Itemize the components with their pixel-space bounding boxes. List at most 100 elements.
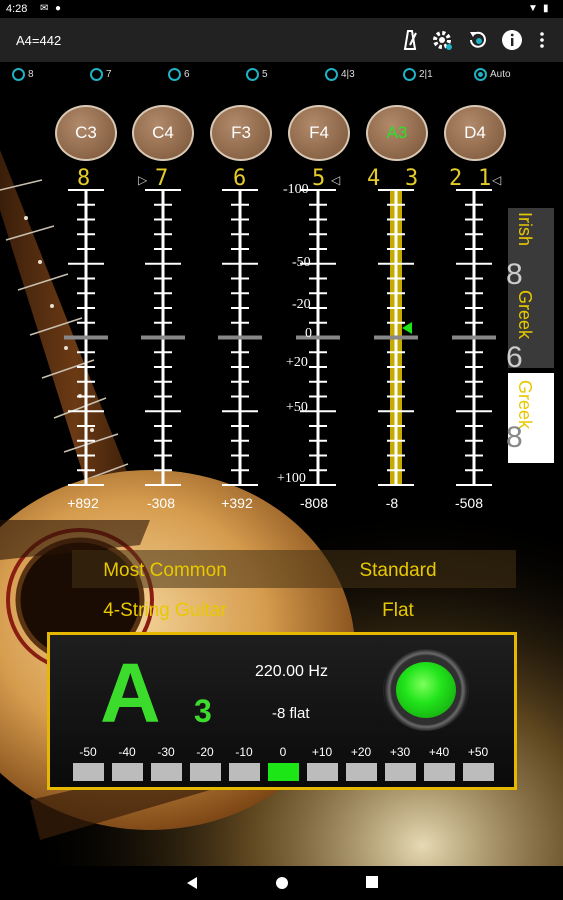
scale-tick-label: -40	[118, 745, 136, 759]
radio-button[interactable]	[12, 68, 25, 81]
recents-icon[interactable]	[366, 876, 378, 888]
meter-scale	[218, 189, 262, 486]
tuning-number: 8	[506, 258, 523, 291]
radio-string-4-3[interactable]: 4|3	[325, 68, 355, 81]
deviation-label: -8	[385, 495, 399, 511]
radio-button[interactable]	[168, 68, 181, 81]
scale-tick-label: +10	[311, 745, 333, 759]
cents-tick-label: -50	[292, 255, 311, 270]
scale-segment	[463, 763, 494, 781]
navigation-bar	[0, 866, 563, 900]
radio-auto[interactable]: Auto	[474, 68, 511, 81]
radio-button-selected[interactable]	[474, 68, 487, 81]
scale-segment	[151, 763, 182, 781]
scale-segment	[307, 763, 338, 781]
meter-scale	[452, 189, 496, 486]
tuning-number: 8	[506, 421, 523, 454]
notification-icon: ●	[55, 3, 62, 14]
radio-string-5[interactable]: 5	[246, 68, 268, 81]
cents-tick-label: 0	[305, 326, 312, 341]
in-tune-indicator-lamp	[383, 649, 469, 731]
status-bar: 4:28 ✉ ● ▼ ▮	[0, 0, 563, 18]
meter-scale	[374, 189, 418, 486]
scale-tick-label: -50	[79, 745, 97, 759]
radio-label: Auto	[490, 69, 511, 80]
radio-label: 2|1	[419, 69, 433, 80]
status-time: 4:28	[6, 3, 28, 15]
meter-scale	[296, 189, 340, 486]
radio-label: 8	[28, 69, 34, 80]
tuning-option-greek[interactable]: Greek	[514, 290, 535, 339]
radio-string-2-1[interactable]: 2|1	[403, 68, 433, 81]
scale-segment	[112, 763, 143, 781]
metronome-icon[interactable]	[398, 28, 422, 52]
undo-icon[interactable]	[466, 28, 490, 52]
scale-tick-label: -20	[196, 745, 214, 759]
scale-tick-label: +30	[389, 745, 411, 759]
scale-segment	[229, 763, 260, 781]
detected-frequency: 220.00 Hz	[255, 663, 328, 680]
wifi-icon: ▼	[528, 3, 538, 14]
scale-segment	[346, 763, 377, 781]
lamp-light	[396, 662, 456, 718]
radio-string-7[interactable]: 7	[90, 68, 112, 81]
meter-scale	[64, 189, 108, 486]
tuner-app: 4:28 ✉ ● ▼ ▮ A4=442 8 7 6 5 4|3 2|1 Auto…	[0, 0, 563, 900]
app-bar: A4=442	[0, 18, 563, 62]
tuning-number: 6	[506, 341, 523, 374]
scale-segment	[190, 763, 221, 781]
scale-segment	[385, 763, 416, 781]
deviation-label: -508	[454, 495, 484, 511]
settings-icon[interactable]	[430, 28, 454, 52]
tuning-name[interactable]: Standard	[308, 560, 488, 582]
tuning-option-irish[interactable]: Irish	[514, 212, 535, 246]
scale-segment	[73, 763, 104, 781]
note-button-c4[interactable]: C4	[132, 105, 194, 161]
meter-scale	[141, 189, 185, 486]
radio-button[interactable]	[403, 68, 416, 81]
deviation-label: +392	[221, 495, 253, 511]
tuner-display: A 3 220.00 Hz -8 flat -50 -40 -30 -20 -10 0 +1…	[47, 632, 517, 790]
tuning-category[interactable]: Most Common	[72, 560, 258, 582]
note-button-f4[interactable]: F4	[288, 105, 350, 161]
instrument-info: Most Common Standard 4-String Guitar Fla…	[72, 550, 516, 630]
radio-string-6[interactable]: 6	[168, 68, 190, 81]
back-icon[interactable]	[186, 876, 198, 890]
radio-string-8[interactable]: 8	[12, 68, 34, 81]
cents-tick-label: +50	[286, 400, 308, 415]
scale-tick-label: +40	[428, 745, 450, 759]
note-button-f3[interactable]: F3	[210, 105, 272, 161]
cents-tick-label: +20	[286, 355, 308, 370]
home-icon[interactable]	[275, 876, 289, 890]
note-button-c3[interactable]: C3	[55, 105, 117, 161]
scale-segment	[424, 763, 455, 781]
scale-tick-label: +50	[467, 745, 489, 759]
info-icon[interactable]	[500, 28, 524, 52]
detected-octave: 3	[194, 693, 212, 729]
instrument-type[interactable]: 4-String Guitar	[72, 600, 258, 622]
reference-pitch-title[interactable]: A4=442	[16, 33, 61, 48]
tuning-selector[interactable]: Irish Greek Greek 8 6 8	[506, 208, 554, 463]
note-button-d4[interactable]: D4	[444, 105, 506, 161]
cents-tick-label: -20	[292, 297, 311, 312]
radio-label: 6	[184, 69, 190, 80]
deviation-label: -808	[299, 495, 329, 511]
gmail-notification-icon: ✉	[40, 3, 49, 14]
radio-label: 4|3	[341, 69, 355, 80]
scale-tick-label: 0	[279, 745, 287, 759]
battery-icon: ▮	[543, 3, 549, 14]
tuning-variant[interactable]: Flat	[308, 600, 488, 622]
more-vert-icon[interactable]	[530, 28, 554, 52]
radio-button[interactable]	[325, 68, 338, 81]
radio-button[interactable]	[246, 68, 259, 81]
radio-label: 7	[106, 69, 112, 80]
radio-button[interactable]	[90, 68, 103, 81]
string-meters: 8 ▷ 7 6 5 ◁ 4 3 2 1 ◁ -100 -50 -20 0 +20…	[0, 160, 563, 520]
string-selector: 8 7 6 5 4|3 2|1 Auto	[0, 62, 563, 90]
note-button-a3[interactable]: A3	[366, 105, 428, 161]
scale-tick-label: -30	[157, 745, 175, 759]
cents-tick-label: -100	[283, 182, 309, 197]
meter-scales	[64, 189, 496, 486]
deviation-label: -308	[146, 495, 176, 511]
cents-deviation: -8 flat	[272, 705, 310, 722]
